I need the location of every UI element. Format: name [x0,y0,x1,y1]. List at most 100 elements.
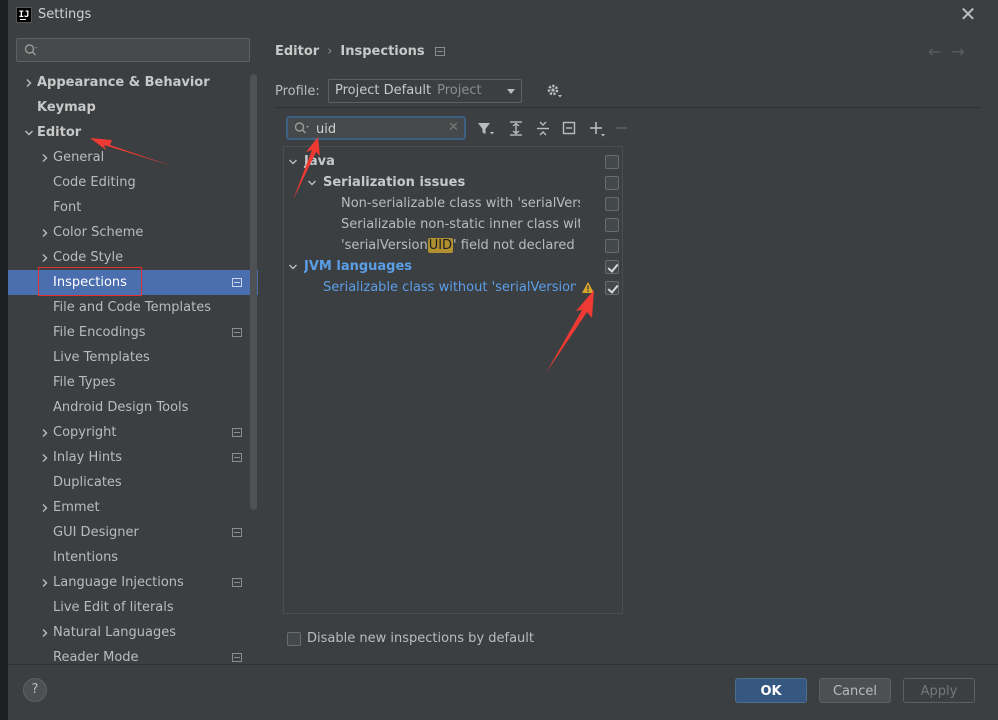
sidebar-item-label: General [53,150,105,165]
inspection-row[interactable]: JVM languages [284,256,622,277]
inspection-row[interactable]: Java [284,151,622,172]
sidebar-tree: Appearance & Behavior Keymap Editor General… [8,70,258,664]
inspection-row[interactable]: Serializable class without 'serialVersio… [284,277,622,298]
breadcrumb-inspections: Inspections [340,44,425,59]
inspection-checkbox[interactable] [605,176,619,190]
close-icon[interactable]: ✕ [956,3,980,27]
settings-sidebar: Appearance & Behavior Keymap Editor General… [8,30,258,664]
breadcrumb-editor[interactable]: Editor [275,44,319,59]
clear-icon[interactable]: ✕ [448,120,459,135]
chevron-down-icon [507,89,515,94]
chevron-right-icon[interactable] [40,220,50,245]
sidebar-item-android-design-tools[interactable]: Android Design Tools [8,395,258,420]
sidebar-item-editor[interactable]: Editor [8,120,258,145]
inspection-label-text: Serializable non-static inner class with… [341,217,580,232]
inspection-filter-input[interactable] [316,120,436,138]
background-editor-strip [0,0,8,720]
inspection-checkbox[interactable] [605,239,619,253]
sidebar-item-keymap[interactable]: Keymap [8,95,258,120]
disable-new-inspections-checkbox[interactable] [287,632,301,646]
filter-icon[interactable] [475,119,495,139]
breadcrumb-separator-icon: › [327,44,333,59]
add-icon[interactable] [587,119,607,139]
sidebar-item-file-types[interactable]: File Types [8,370,258,395]
sidebar-item-live-templates[interactable]: Live Templates [8,345,258,370]
chevron-down-icon[interactable] [288,254,298,279]
sidebar-item-emmet[interactable]: Emmet [8,495,258,520]
chevron-right-icon[interactable] [40,445,50,470]
sidebar-item-label: Live Templates [53,350,150,365]
project-scope-icon [232,278,242,287]
inspection-label-text: Serializable class without 'serialVersio… [323,280,576,295]
reset-icon[interactable] [560,119,580,139]
sidebar-item-label: Code Editing [53,175,136,190]
inspection-filter-field[interactable]: ✕ [286,116,466,140]
sidebar-item-reader-mode[interactable]: Reader Mode [8,645,258,664]
chevron-down-icon[interactable] [288,149,298,174]
sidebar-item-code-editing[interactable]: Code Editing [8,170,258,195]
sidebar-item-intentions[interactable]: Intentions [8,545,258,570]
sidebar-item-label: Natural Languages [53,625,177,640]
inspection-checkbox[interactable] [605,197,619,211]
sidebar-item-file-encodings[interactable]: File Encodings [8,320,258,345]
inspection-checkbox[interactable] [605,218,619,232]
sidebar-item-inlay-hints[interactable]: Inlay Hints [8,445,258,470]
project-scope-icon [434,47,445,56]
annotation-highlight-box [38,267,142,296]
forward-arrow-icon[interactable]: → [951,42,974,61]
inspection-row[interactable]: Non-serializable class with 'serialVersi… [284,193,622,214]
inspection-label-text: Non-serializable class with 'serialVersi… [341,196,580,211]
sidebar-item-copyright[interactable]: Copyright [8,420,258,445]
sidebar-item-language-injections[interactable]: Language Injections [8,570,258,595]
sidebar-search-input[interactable] [16,38,250,62]
sidebar-item-file-and-code-templates[interactable]: File and Code Templates [8,295,258,320]
profile-dropdown[interactable]: Project Default Project [328,79,522,103]
inspection-label: Serializable non-static inner class with… [341,214,580,235]
gear-icon[interactable] [545,82,563,100]
inspection-row[interactable]: Serializable non-static inner class with… [284,214,622,235]
sidebar-item-duplicates[interactable]: Duplicates [8,470,258,495]
sidebar-item-label: Intentions [53,550,119,565]
inspection-label-text: 'serialVersion [341,238,428,253]
inspections-pane: Editor › Inspections ←→ Profile: Project D… [258,30,998,664]
sidebar-item-general[interactable]: General [8,145,258,170]
sidebar-item-color-scheme[interactable]: Color Scheme [8,220,258,245]
sidebar-item-label: File Types [53,375,116,390]
apply-button[interactable]: Apply [903,678,975,703]
expand-all-icon[interactable] [507,119,527,139]
sidebar-item-live-edit-of-literals[interactable]: Live Edit of literals [8,595,258,620]
back-arrow-icon[interactable]: ← [928,42,951,61]
inspection-label-text: Serialization issues [323,175,466,190]
sidebar-item-appearance-behavior[interactable]: Appearance & Behavior [8,70,258,95]
chevron-down-icon[interactable] [307,170,317,195]
chevron-down-icon[interactable] [24,120,34,145]
chevron-right-icon[interactable] [24,70,34,95]
inspection-label: Java [304,151,335,172]
inspection-checkbox[interactable] [605,281,619,295]
inspection-row[interactable]: 'serialVersionUID' field not declared 'p… [284,235,622,256]
inspection-checkbox[interactable] [605,155,619,169]
title-bar: IJ Settings ✕ [8,0,998,30]
inspection-label-text: JVM languages [304,259,413,274]
remove-icon[interactable] [613,119,633,139]
sidebar-item-label: Emmet [53,500,100,515]
sidebar-item-font[interactable]: Font [8,195,258,220]
sidebar-item-natural-languages[interactable]: Natural Languages [8,620,258,645]
search-icon [294,122,309,134]
inspections-tree: Java Serialization issues Non-serializable… [283,146,623,614]
chevron-right-icon[interactable] [40,145,50,170]
inspection-checkbox[interactable] [605,260,619,274]
cancel-button[interactable]: Cancel [819,678,891,703]
sidebar-scrollbar[interactable] [250,74,257,510]
chevron-right-icon[interactable] [40,420,50,445]
inspection-row[interactable]: Serialization issues [284,172,622,193]
sidebar-item-gui-designer[interactable]: GUI Designer [8,520,258,545]
chevron-right-icon[interactable] [40,570,50,595]
divider [275,107,981,108]
help-button[interactable]: ? [23,678,47,702]
chevron-right-icon[interactable] [40,620,50,645]
collapse-all-icon[interactable] [534,119,554,139]
chevron-right-icon[interactable] [40,495,50,520]
ok-button[interactable]: OK [735,678,807,703]
project-scope-icon [232,578,242,587]
